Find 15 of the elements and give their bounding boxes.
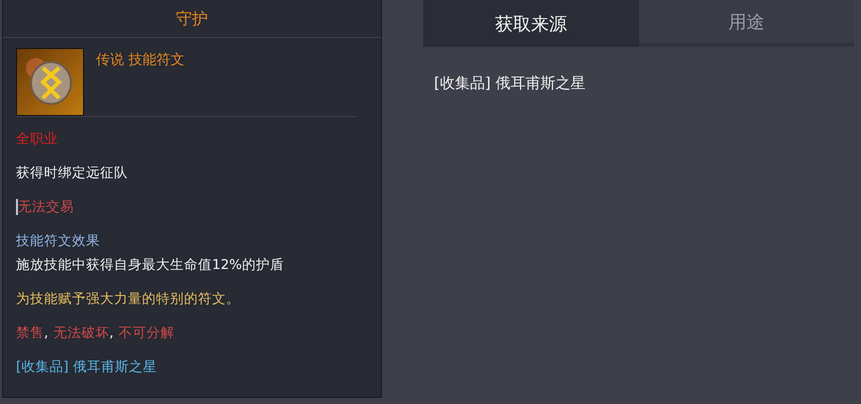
rune-stone-icon: [16, 48, 84, 116]
item-grade-type: 传说 技能符文: [96, 51, 184, 69]
class-label: 全职业: [16, 130, 58, 148]
restrictions-text: 禁售, 无法破坏, 不可分解: [16, 324, 175, 342]
source-text: [收集品] 俄耳甫斯之星: [16, 358, 157, 376]
effect-title: 技能符文效果: [16, 232, 100, 250]
cursor-mark: [16, 199, 18, 215]
bind-label: 获得时绑定远征队: [16, 164, 128, 182]
tab[interactable]: 用途: [638, 0, 854, 47]
source-entry: [收集品] 俄耳甫斯之星: [433, 73, 586, 93]
item-description: 为技能赋予强大力量的特别的符文。: [16, 290, 240, 308]
tab[interactable]: 获取来源: [423, 0, 638, 47]
trade-label: 无法交易: [18, 198, 74, 216]
effect-text: 施放技能中获得自身最大生命值12%的护盾: [16, 256, 284, 274]
tooltip-title: 守护: [3, 0, 381, 38]
